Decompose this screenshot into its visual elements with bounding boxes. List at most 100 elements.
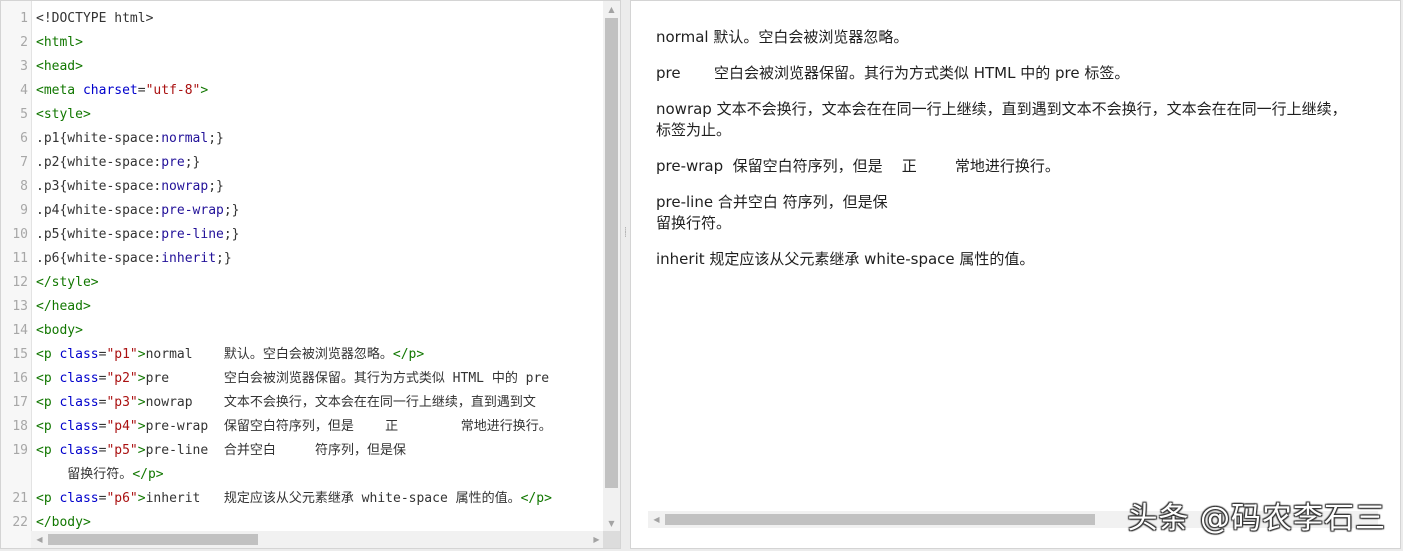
code-token-plain: .p1{white-space: bbox=[36, 131, 162, 146]
scroll-down-icon[interactable]: ▼ bbox=[603, 515, 620, 532]
code-token-attr: class bbox=[59, 491, 99, 506]
code-line[interactable]: 1 <!DOCTYPE html> bbox=[1, 7, 605, 31]
code-token-cssval: pre bbox=[161, 155, 185, 170]
code-token-cssval: inherit bbox=[161, 251, 217, 266]
code-line[interactable]: 15 <p class="p1">normal 默认。空白会被浏览器忽略。</p> bbox=[1, 343, 605, 367]
code-token-tag: <p bbox=[36, 491, 60, 506]
code-token-cssval: pre-wrap bbox=[161, 203, 224, 218]
code-token-tag: <p bbox=[36, 395, 60, 410]
code-token-tag: <p bbox=[36, 443, 60, 458]
line-number: 10 bbox=[12, 227, 28, 242]
grip-dots-icon[interactable]: ⁞ ⁞ bbox=[622, 227, 629, 258]
code-line[interactable]: 19 <p class="p5">pre-line 合并空白 符序列，但是保 bbox=[1, 439, 605, 463]
code-text: <style> bbox=[36, 103, 91, 127]
preview-paragraph-pre-line: pre-line 合并空白 符序列，但是保 留换行符。 bbox=[656, 193, 888, 232]
code-token-str: "p2" bbox=[106, 371, 138, 386]
code-token-plain: nowrap 文本不会换行，文本会在在同一行上继续，直到遇到文 bbox=[145, 395, 536, 410]
editor-horizontal-scrollbar[interactable]: ◀ ▶ bbox=[31, 531, 605, 548]
preview-paragraph-nowrap-line1: nowrap 文本不会换行，文本会在在同一行上继续，直到遇到文本不会换行，文本会… bbox=[656, 100, 1347, 118]
code-text: <p class="p3">nowrap 文本不会换行，文本会在在同一行上继续，… bbox=[36, 391, 536, 415]
code-token-cssval: nowrap bbox=[161, 179, 209, 194]
line-number: 6 bbox=[20, 131, 28, 146]
line-number: 8 bbox=[20, 179, 28, 194]
code-token-cssval: pre-line bbox=[161, 227, 224, 242]
code-line[interactable]: 18 <p class="p4">pre-wrap 保留空白符序列，但是 正 常地… bbox=[1, 415, 605, 439]
code-token-plain: ;} bbox=[223, 203, 240, 218]
code-line[interactable]: 11 .p6{white-space:inherit;} bbox=[1, 247, 605, 271]
code-token-plain: .p4{white-space: bbox=[36, 203, 162, 218]
pane-splitter[interactable]: ⁞ ⁞ bbox=[621, 0, 630, 551]
scroll-up-icon[interactable]: ▲ bbox=[603, 1, 620, 18]
code-token-plain: .p6{white-space: bbox=[36, 251, 162, 266]
code-token-tag: <p bbox=[36, 371, 60, 386]
code-line[interactable]: 21 <p class="p6">inherit 规定应该从父元素继承 white… bbox=[1, 487, 605, 511]
watermark-text: 头条 @码农李石三 bbox=[1127, 501, 1386, 536]
code-token-plain: <!DOCTYPE html> bbox=[36, 11, 154, 26]
code-token-tag: <body> bbox=[36, 323, 83, 338]
code-token-plain: .p3{white-space: bbox=[36, 179, 162, 194]
editor-vertical-scroll-thumb[interactable] bbox=[605, 18, 618, 488]
editor-vertical-scrollbar[interactable]: ▲ ▼ bbox=[603, 1, 620, 532]
code-token-tag: > bbox=[137, 491, 146, 506]
code-editor-pane[interactable]: 1 <!DOCTYPE html> 2 <html> 3 <head> 4 <meta cha… bbox=[0, 0, 621, 549]
code-line[interactable]: 2 <html> bbox=[1, 31, 605, 55]
code-line[interactable]: 6 .p1{white-space:normal;} bbox=[1, 127, 605, 151]
line-number: 11 bbox=[12, 251, 28, 266]
line-number: 17 bbox=[12, 395, 28, 410]
code-line[interactable]: 13 </head> bbox=[1, 295, 605, 319]
code-token-plain: ;} bbox=[223, 227, 240, 242]
line-number: 15 bbox=[12, 347, 28, 362]
code-line[interactable]: 12 </style> bbox=[1, 271, 605, 295]
scroll-left-icon[interactable]: ◀ bbox=[31, 531, 48, 548]
code-token-plain: ;} bbox=[208, 179, 224, 194]
code-line[interactable]: 10 .p5{white-space:pre-line;} bbox=[1, 223, 605, 247]
code-token-plain: normal 默认。空白会被浏览器忽略。 bbox=[145, 347, 393, 362]
code-token-attr: class bbox=[59, 371, 99, 386]
code-lines[interactable]: 1 <!DOCTYPE html> 2 <html> 3 <head> 4 <meta cha… bbox=[1, 7, 605, 535]
line-number: 4 bbox=[20, 83, 28, 98]
line-number: 9 bbox=[20, 203, 28, 218]
preview-paragraph-nowrap: nowrap 文本不会换行，文本会在在同一行上继续，直到遇到文本不会换行，文本会… bbox=[656, 99, 1400, 141]
preview-paragraph-pre-wrap: pre-wrap 保留空白符序列，但是 正 常地进行换行。 bbox=[656, 157, 1060, 175]
code-line[interactable]: 16 <p class="p2">pre 空白会被浏览器保留。其行为方式类似 HT… bbox=[1, 367, 605, 391]
code-line[interactable]: 留换行符。</p> bbox=[1, 463, 605, 487]
line-number: 3 bbox=[20, 59, 28, 74]
scroll-left-icon[interactable]: ◀ bbox=[648, 511, 665, 528]
preview-paragraph-inherit: inherit 规定应该从父元素继承 white-space 属性的值。 bbox=[656, 250, 1035, 268]
code-line[interactable]: 14 <body> bbox=[1, 319, 605, 343]
code-line[interactable]: 9 .p4{white-space:pre-wrap;} bbox=[1, 199, 605, 223]
code-line[interactable]: 4 <meta charset="utf-8"> bbox=[1, 79, 605, 103]
code-token-plain: ;} bbox=[184, 155, 201, 170]
code-text: <meta charset="utf-8"> bbox=[36, 79, 208, 103]
preview-paragraph-nowrap-line2: 标签为止。 bbox=[656, 121, 732, 139]
preview-horizontal-scroll-thumb[interactable] bbox=[665, 514, 1095, 525]
code-token-tag: </style> bbox=[36, 275, 99, 290]
code-token-plain: pre 空白会被浏览器保留。其行为方式类似 HTML 中的 pre bbox=[145, 371, 550, 386]
code-line[interactable]: 7 .p2{white-space:pre;} bbox=[1, 151, 605, 175]
line-number: 5 bbox=[20, 107, 28, 122]
code-line[interactable]: 3 <head> bbox=[1, 55, 605, 79]
code-token-tag: <style> bbox=[36, 107, 91, 122]
code-token-plain: .p2{white-space: bbox=[36, 155, 162, 170]
code-token-tag: <meta bbox=[36, 83, 83, 98]
code-token-tag: <p bbox=[36, 347, 60, 362]
line-number: 1 bbox=[20, 11, 28, 26]
line-number: 19 bbox=[12, 443, 28, 458]
line-number: 16 bbox=[12, 371, 28, 386]
code-token-plain: ;} bbox=[216, 251, 232, 266]
code-token-plain: pre-line 合并空白 符序列，但是保 bbox=[145, 443, 406, 458]
code-line[interactable]: 17 <p class="p3">nowrap 文本不会换行，文本会在在同一行上继… bbox=[1, 391, 605, 415]
code-text: <html> bbox=[36, 31, 83, 55]
code-line[interactable]: 8 .p3{white-space:nowrap;} bbox=[1, 175, 605, 199]
line-number: 2 bbox=[20, 35, 28, 50]
line-number: 22 bbox=[12, 515, 28, 530]
code-text: <p class="p6">inherit 规定应该从父元素继承 white-s… bbox=[36, 487, 552, 511]
editor-horizontal-scroll-thumb[interactable] bbox=[48, 534, 258, 545]
code-token-tag: </p> bbox=[520, 491, 552, 506]
code-token-tag: > bbox=[137, 419, 146, 434]
code-text: <!DOCTYPE html> bbox=[36, 7, 153, 31]
code-text: <p class="p1">normal 默认。空白会被浏览器忽略。</p> bbox=[36, 343, 424, 367]
code-line[interactable]: 5 <style> bbox=[1, 103, 605, 127]
line-number: 21 bbox=[12, 491, 28, 506]
code-text: </head> bbox=[36, 295, 91, 319]
